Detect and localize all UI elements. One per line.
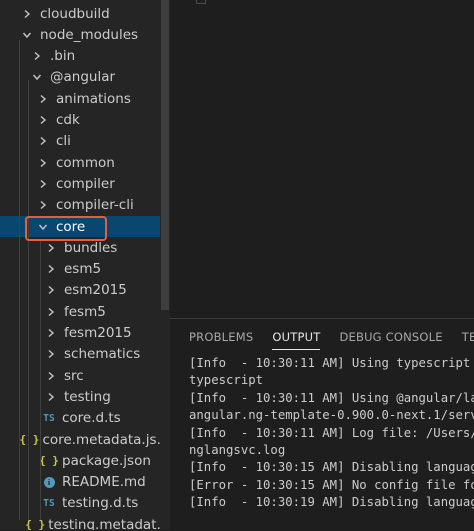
tree-item-label: core.d.ts [62, 410, 121, 427]
tree-item-label: node_modules [40, 26, 139, 43]
tree-file-item[interactable]: { } package.json [0, 450, 170, 471]
output-log[interactable]: [Info - 10:30:11 AM] Using typescript v3… [189, 355, 474, 512]
chevron-right-icon [36, 94, 50, 104]
editor-area[interactable] [170, 0, 474, 318]
chevron-right-icon [36, 158, 50, 168]
tree-item-label: README.md [62, 474, 146, 491]
tree-item-label: testing.metadat… [48, 516, 170, 530]
output-line: [Info - 10:30:19 AM] Disabling language [189, 495, 474, 510]
tree-item-label: common [56, 154, 115, 171]
panel-tab-bar: PROBLEMS OUTPUT DEBUG CONSOLE TERMI [170, 319, 474, 355]
chevron-right-icon [36, 136, 50, 146]
chevron-down-icon [20, 30, 34, 40]
chevron-right-icon [44, 349, 58, 359]
tree-folder-item[interactable]: schematics [0, 344, 170, 365]
output-line: [Info - 10:30:15 AM] Disabling language [189, 460, 474, 475]
tree-folder-item[interactable]: bundles [0, 237, 170, 258]
tree-file-item[interactable]: { } testing.metadat… [0, 514, 170, 530]
tree-item-label: testing [64, 388, 111, 405]
chevron-down-icon [30, 72, 44, 82]
output-line: [Info - 10:30:11 AM] Log file: /Users/ch [189, 425, 474, 440]
editor-glyph [196, 0, 206, 4]
tree-folder-item[interactable]: src [0, 365, 170, 386]
tree-item-label: cloudbuild [40, 5, 110, 22]
json-file-icon: { } [19, 433, 40, 446]
output-line: [Info - 10:30:11 AM] Using typescript v3 [189, 356, 474, 370]
chevron-right-icon [44, 285, 58, 295]
chevron-right-icon [36, 179, 50, 189]
tree-item-label: esm2015 [64, 282, 127, 299]
tree-item-label: src [64, 367, 84, 384]
info-file-icon: i [42, 476, 56, 488]
chevron-right-icon [44, 243, 58, 253]
output-line: angular.ng-template-0.900.0-next.1/serve… [189, 408, 474, 423]
tree-folder-item[interactable]: fesm2015 [0, 323, 170, 344]
tree-item-label: @angular [50, 69, 116, 86]
bottom-panel: PROBLEMS OUTPUT DEBUG CONSOLE TERMI [Info -… [170, 318, 474, 531]
chevron-right-icon [44, 328, 58, 338]
tree-item-label: cli [56, 133, 71, 150]
tree-item-label: schematics [64, 346, 141, 363]
tree-item-label: core [56, 218, 86, 235]
file-explorer: cloudbuild node_modules .bin @angular animat… [0, 0, 170, 530]
tree-file-item[interactable]: TS core.d.ts [0, 408, 170, 429]
output-line: typescript [189, 373, 264, 388]
panel-tab[interactable]: OUTPUT [272, 319, 321, 355]
tree-folder-item[interactable]: .bin [0, 46, 170, 67]
info-circle: i [43, 476, 55, 488]
panel-tab[interactable]: PROBLEMS [189, 319, 253, 355]
typescript-file-icon: TS [43, 497, 55, 509]
tree-folder-item[interactable]: @angular [0, 67, 170, 88]
tree-folder-item[interactable]: esm2015 [0, 280, 170, 301]
tree-folder-item[interactable]: compiler [0, 173, 170, 194]
tree-folder-item[interactable]: cli [0, 131, 170, 152]
tree-folder-item[interactable]: cdk [0, 110, 170, 131]
tree-item-label: cdk [56, 112, 80, 128]
chevron-right-icon [20, 9, 34, 19]
tree-folder-item[interactable]: common [0, 152, 170, 173]
tree-item-label: animations [56, 90, 131, 107]
tree-folder-item[interactable]: animations [0, 88, 170, 109]
tree-item-label: compiler-cli [56, 197, 134, 214]
output-line: nglangsvc.log [189, 442, 286, 457]
chevron-down-icon [36, 222, 50, 232]
tree-item-label: fesm2015 [64, 325, 132, 341]
json-file-icon: { } [39, 454, 59, 468]
tree-file-item[interactable]: i README.md [0, 472, 170, 493]
chevron-right-icon [44, 307, 58, 317]
chevron-right-icon [44, 264, 58, 274]
panel-tab[interactable]: TERMI [462, 319, 474, 355]
tree-folder-item[interactable]: fesm5 [0, 301, 170, 322]
tree-file-item[interactable]: TS testing.d.ts [0, 493, 170, 514]
chevron-right-icon [30, 51, 44, 61]
tree-folder-item[interactable]: compiler-cli [0, 195, 170, 216]
chevron-right-icon [36, 200, 50, 210]
chevron-right-icon [44, 371, 58, 381]
explorer-scrollbar-thumb[interactable] [161, 0, 169, 310]
tree-file-item[interactable]: { } core.metadata.js… [0, 429, 170, 450]
chevron-right-icon [44, 392, 58, 402]
tree-item-label: fesm5 [64, 303, 106, 320]
tree-folder-item[interactable]: testing [0, 386, 170, 407]
tree-item-label: esm5 [64, 261, 102, 278]
indent-guide [28, 80, 29, 520]
tree-folder-item[interactable]: core [0, 216, 170, 237]
tree-item-label: .bin [50, 48, 76, 65]
tree-item-label: package.json [62, 452, 151, 469]
tree-item-label: testing.d.ts [62, 495, 139, 512]
tree-folder-item[interactable]: node_modules [0, 24, 170, 45]
tree-item-label: core.metadata.js… [42, 431, 170, 448]
chevron-right-icon [36, 115, 50, 125]
indent-guide [19, 40, 20, 520]
panel-tab[interactable]: DEBUG CONSOLE [339, 319, 442, 355]
typescript-file-icon: TS [43, 412, 55, 424]
tree-item-label: bundles [64, 239, 118, 256]
tree-item-label: compiler [56, 175, 115, 192]
output-line: [Error - 10:30:15 AM] No config file for [189, 477, 474, 492]
indent-guide [40, 240, 41, 520]
output-line: [Info - 10:30:11 AM] Using @angular/lang [189, 390, 474, 405]
tree-folder-item[interactable]: esm5 [0, 259, 170, 280]
tree-folder-item[interactable]: cloudbuild [0, 3, 170, 24]
